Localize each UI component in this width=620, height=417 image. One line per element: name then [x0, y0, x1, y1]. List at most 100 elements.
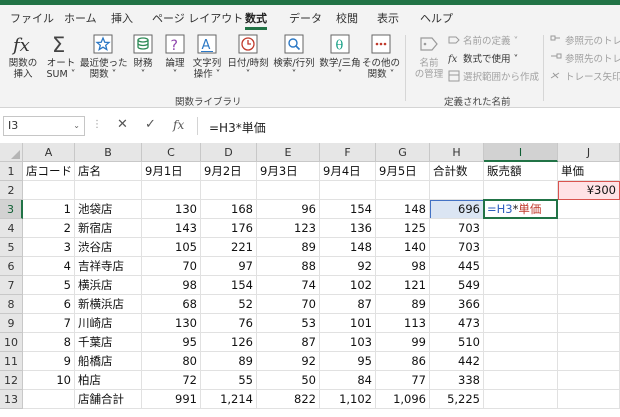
insert-function-button[interactable]: fx 関数の 挿入	[6, 32, 40, 80]
cell-d4[interactable]: 176	[201, 219, 257, 238]
cell-j10[interactable]	[558, 333, 620, 352]
column-header-g[interactable]: G	[376, 143, 430, 162]
cell-e8[interactable]: 70	[257, 295, 320, 314]
cell-f3[interactable]: 154	[320, 200, 376, 219]
cell-e2[interactable]	[257, 181, 320, 200]
text-functions-button[interactable]: A 文字列 操作 ˅	[191, 32, 223, 80]
tab-page-layout[interactable]: ページ レイアウト	[152, 10, 243, 26]
cell-g1[interactable]: 9月5日	[376, 162, 430, 181]
cell-a12[interactable]: 10	[23, 371, 75, 390]
formula-input[interactable]: =H3*単価	[209, 119, 266, 136]
cell-b9[interactable]: 川崎店	[75, 314, 142, 333]
chevron-down-icon[interactable]: ⌄	[73, 117, 80, 135]
column-header-e[interactable]: E	[257, 143, 320, 162]
cell-j8[interactable]	[558, 295, 620, 314]
tab-home[interactable]: ホーム	[64, 10, 97, 26]
financial-button[interactable]: 財務 ˅	[129, 32, 157, 80]
cell-b11[interactable]: 船橋店	[75, 352, 142, 371]
cell-h5[interactable]: 703	[430, 238, 484, 257]
cell-e13[interactable]: 822	[257, 390, 320, 409]
row-header-8[interactable]: 8	[0, 295, 23, 314]
name-box[interactable]: I3 ⌄	[3, 116, 85, 136]
cell-i8[interactable]	[484, 295, 558, 314]
cell-d6[interactable]: 97	[201, 257, 257, 276]
lookup-reference-button[interactable]: 検索/行列 ˅	[272, 32, 316, 80]
cell-i6[interactable]	[484, 257, 558, 276]
math-trig-button[interactable]: θ 数学/三角 ˅	[318, 32, 362, 80]
cell-b3[interactable]: 池袋店	[75, 200, 142, 219]
tab-review[interactable]: 校閲	[336, 10, 358, 26]
row-header-10[interactable]: 10	[0, 333, 23, 352]
cell-i1[interactable]: 販売額	[484, 162, 558, 181]
cell-h12[interactable]: 338	[430, 371, 484, 390]
cell-c7[interactable]: 98	[142, 276, 201, 295]
cell-h3[interactable]: 696	[430, 200, 484, 219]
cell-h8[interactable]: 366	[430, 295, 484, 314]
cell-c9[interactable]: 130	[142, 314, 201, 333]
cell-e10[interactable]: 87	[257, 333, 320, 352]
cell-b7[interactable]: 横浜店	[75, 276, 142, 295]
cell-f2[interactable]	[320, 181, 376, 200]
cell-h6[interactable]: 445	[430, 257, 484, 276]
confirm-entry-button[interactable]: ✓	[145, 117, 156, 132]
cell-f13[interactable]: 1,102	[320, 390, 376, 409]
trace-precedents-button[interactable]: 参照元のトレ	[550, 34, 620, 50]
cancel-entry-button[interactable]: ✕	[117, 117, 128, 132]
trace-dependents-button[interactable]: 参照先のトレ	[550, 52, 620, 68]
row-header-1[interactable]: 1	[0, 162, 23, 181]
cell-d8[interactable]: 52	[201, 295, 257, 314]
cell-c6[interactable]: 70	[142, 257, 201, 276]
recently-used-button[interactable]: 最近使った 関数 ˅	[80, 32, 128, 80]
cell-g13[interactable]: 1,096	[376, 390, 430, 409]
cell-a4[interactable]: 2	[23, 219, 75, 238]
cell-a13[interactable]	[23, 390, 75, 409]
cell-g4[interactable]: 125	[376, 219, 430, 238]
cell-e11[interactable]: 92	[257, 352, 320, 371]
cell-a7[interactable]: 5	[23, 276, 75, 295]
column-header-d[interactable]: D	[201, 143, 257, 162]
cell-j4[interactable]	[558, 219, 620, 238]
cell-i5[interactable]	[484, 238, 558, 257]
cell-i9[interactable]	[484, 314, 558, 333]
cell-d12[interactable]: 55	[201, 371, 257, 390]
cell-j9[interactable]	[558, 314, 620, 333]
cell-c1[interactable]: 9月1日	[142, 162, 201, 181]
tab-help[interactable]: ヘルプ	[420, 10, 453, 26]
cell-f1[interactable]: 9月4日	[320, 162, 376, 181]
autosum-button[interactable]: Σ オート SUM ˅	[44, 32, 78, 80]
cell-b13[interactable]: 店舗合計	[75, 390, 142, 409]
cell-g9[interactable]: 113	[376, 314, 430, 333]
cell-d1[interactable]: 9月2日	[201, 162, 257, 181]
cell-j11[interactable]	[558, 352, 620, 371]
cell-h7[interactable]: 549	[430, 276, 484, 295]
row-header-4[interactable]: 4	[0, 219, 23, 238]
cell-c2[interactable]	[142, 181, 201, 200]
cell-b10[interactable]: 千葉店	[75, 333, 142, 352]
cell-b1[interactable]: 店名	[75, 162, 142, 181]
row-header-9[interactable]: 9	[0, 314, 23, 333]
cell-e6[interactable]: 88	[257, 257, 320, 276]
cell-d11[interactable]: 89	[201, 352, 257, 371]
use-in-formula-button[interactable]: fx 数式で使用 ˅	[447, 52, 518, 68]
cell-c4[interactable]: 143	[142, 219, 201, 238]
vertical-dots-icon[interactable]: ⋮	[92, 119, 102, 130]
column-header-b[interactable]: B	[75, 143, 142, 162]
cell-e1[interactable]: 9月3日	[257, 162, 320, 181]
cell-j6[interactable]	[558, 257, 620, 276]
cell-h11[interactable]: 442	[430, 352, 484, 371]
cell-a10[interactable]: 8	[23, 333, 75, 352]
tab-file[interactable]: ファイル	[10, 10, 54, 26]
insert-function-fx-button[interactable]: fx	[173, 118, 184, 132]
cell-j3[interactable]	[558, 200, 620, 219]
cell-b2[interactable]	[75, 181, 142, 200]
cell-i10[interactable]	[484, 333, 558, 352]
cell-d3[interactable]: 168	[201, 200, 257, 219]
in-cell-formula-editor[interactable]: =H3*単価	[487, 200, 541, 218]
row-header-13[interactable]: 13	[0, 390, 23, 409]
cell-b5[interactable]: 渋谷店	[75, 238, 142, 257]
cell-a11[interactable]: 9	[23, 352, 75, 371]
cell-c13[interactable]: 991	[142, 390, 201, 409]
row-header-5[interactable]: 5	[0, 238, 23, 257]
remove-arrows-button[interactable]: トレース矢印の	[550, 70, 620, 86]
cell-a2[interactable]	[23, 181, 75, 200]
